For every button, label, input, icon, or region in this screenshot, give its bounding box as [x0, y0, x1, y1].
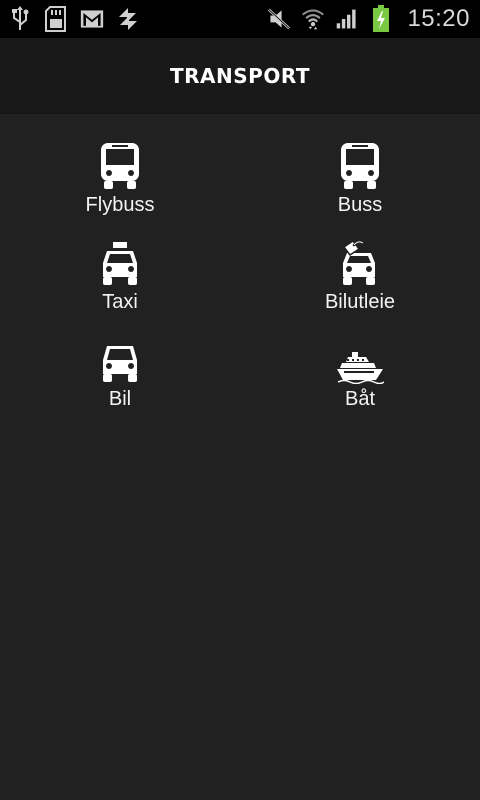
usb-icon: [8, 6, 32, 31]
header: TRANSPORT: [0, 38, 480, 114]
clock: 15:20: [407, 5, 470, 32]
sync-icon: [116, 7, 140, 31]
tile-label: Taxi: [102, 291, 138, 313]
taxi-icon: [96, 237, 144, 287]
tile-bilutleie[interactable]: Bilutleie: [240, 237, 480, 334]
battery-charging-icon: [369, 5, 393, 32]
car-rental-icon: [336, 237, 384, 287]
page-title: TRANSPORT: [170, 63, 310, 88]
tile-buss[interactable]: Buss: [240, 140, 480, 237]
tile-label: Båt: [344, 388, 376, 410]
tile-label: Bilutleie: [324, 291, 396, 313]
tile-bat[interactable]: Båt: [240, 334, 480, 431]
tile-flybuss[interactable]: Flybuss: [0, 140, 240, 237]
car-icon: [96, 334, 144, 384]
mute-icon: [267, 7, 291, 31]
signal-icon: [335, 7, 359, 31]
tile-label: Bil: [108, 388, 132, 410]
tile-label: Buss: [337, 194, 383, 216]
bus-icon: [96, 140, 144, 190]
bus-icon: [336, 140, 384, 190]
transport-grid: Flybuss Buss Taxi Bilutleie Bil Båt: [0, 140, 480, 431]
ship-icon: [336, 334, 384, 384]
tile-taxi[interactable]: Taxi: [0, 237, 240, 334]
tile-label: Flybuss: [85, 194, 155, 216]
status-bar: 15:20: [0, 0, 480, 38]
gmail-icon: [80, 7, 104, 31]
sd-card-icon: [44, 6, 68, 32]
tile-bil[interactable]: Bil: [0, 334, 240, 431]
wifi-icon: [301, 7, 325, 31]
